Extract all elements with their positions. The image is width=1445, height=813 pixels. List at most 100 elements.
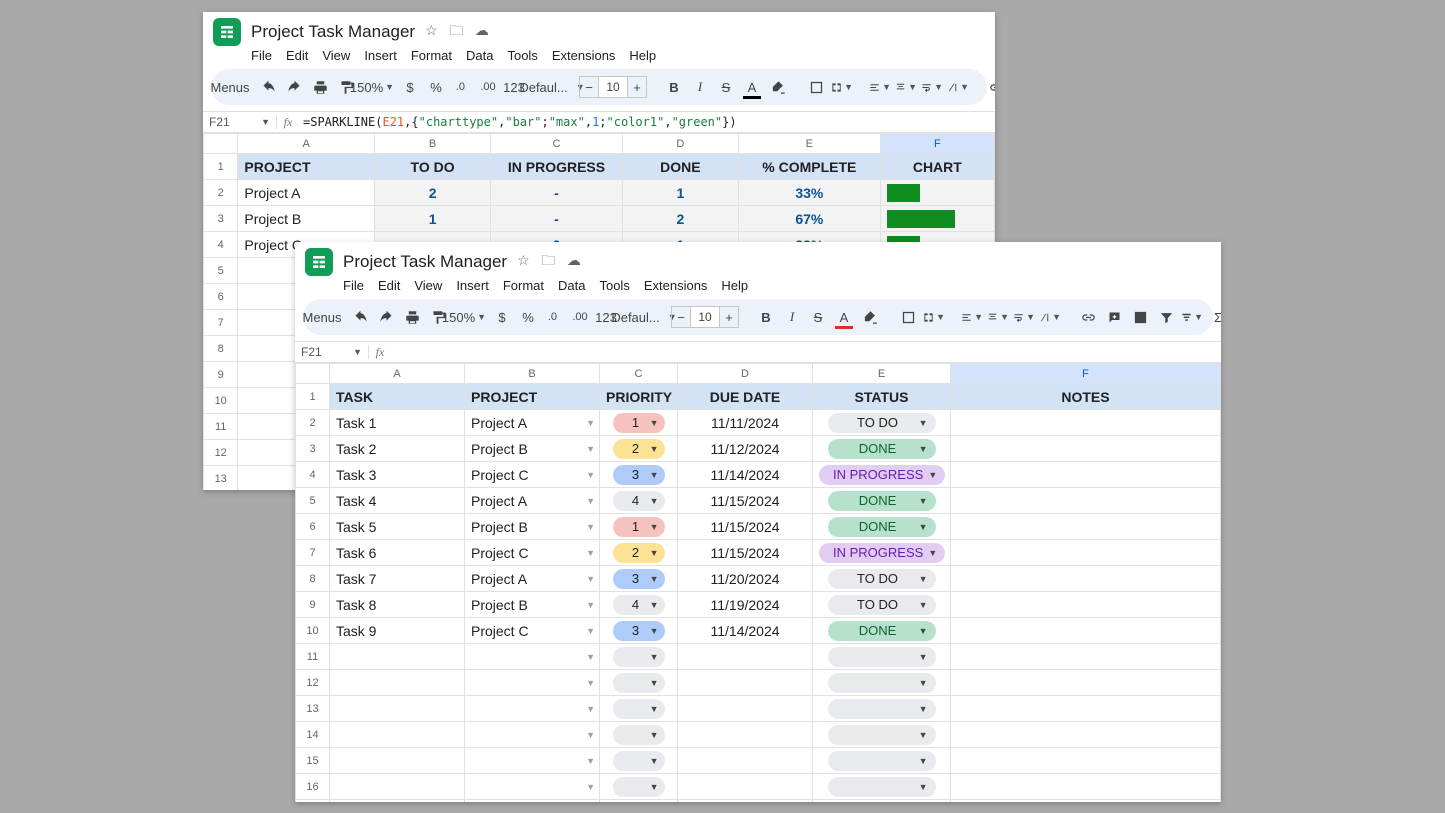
cell-due[interactable]: 11/15/2024 [678,540,813,566]
star-icon[interactable]: ☆ [517,252,530,268]
row-5[interactable]: 5 [296,488,330,514]
document-title[interactable]: Project Task Manager [251,22,415,42]
priority-pill[interactable]: .▼ [613,673,665,693]
cell-project[interactable]: ▼ [465,722,600,748]
spreadsheet-grid[interactable]: A B C D E F 1TASKPROJECTPRIORITYDUE DATE… [295,363,1221,802]
priority-pill[interactable]: 2▼ [613,543,665,563]
strike-button[interactable]: S [807,304,829,330]
hdr-3[interactable]: % COMPLETE [739,154,881,180]
hdr-task[interactable]: TASK [330,384,465,410]
document-title[interactable]: Project Task Manager [343,252,507,272]
v-align-button[interactable]: ▼ [895,74,917,100]
status-pill[interactable]: IN PROGRESS▼ [819,543,945,563]
cell-task[interactable]: Task 4 [330,488,465,514]
cell-status[interactable]: DONE▼ [813,514,951,540]
row-8[interactable]: 8 [296,566,330,592]
h-align-button[interactable]: ▼ [869,74,891,100]
cell-notes[interactable] [951,462,1221,488]
text-color-button[interactable]: A [741,74,763,100]
status-pill[interactable]: DONE▼ [828,621,936,641]
cell-task[interactable]: Task 5 [330,514,465,540]
cell-status[interactable]: .▼ [813,644,951,670]
cell-status[interactable]: .▼ [813,670,951,696]
move-icon[interactable]: 🗀 [449,22,463,38]
link-button[interactable] [1077,304,1099,330]
status-pill[interactable]: TO DO▼ [828,569,936,589]
print-button[interactable] [309,74,331,100]
print-button[interactable] [401,304,423,330]
zoom-select[interactable]: 150%▼ [361,74,383,100]
priority-pill[interactable]: .▼ [613,725,665,745]
bold-button[interactable]: B [755,304,777,330]
cell-task[interactable]: Task 7 [330,566,465,592]
col-B[interactable]: B [465,364,600,384]
cell-task[interactable]: Task 8 [330,592,465,618]
cell-project[interactable]: ▼ [465,644,600,670]
status-pill[interactable]: .▼ [828,725,936,745]
row-4[interactable]: 4 [204,232,238,258]
row-12[interactable]: 12 [204,440,238,466]
col-B[interactable]: B [374,134,490,154]
col-D[interactable]: D [622,134,738,154]
row-3[interactable]: 3 [296,436,330,462]
cell-status[interactable]: .▼ [813,748,951,774]
cell-project[interactable]: Project C▼ [465,618,600,644]
cell-priority[interactable]: .▼ [600,800,678,803]
column-headers[interactable]: A B C D E F [296,364,1221,384]
status-pill[interactable]: .▼ [828,777,936,797]
hdr-2[interactable]: DONE [622,154,738,180]
priority-pill[interactable]: 3▼ [613,621,665,641]
cell-status[interactable]: TO DO▼ [813,566,951,592]
cell-due[interactable]: 11/14/2024 [678,618,813,644]
decrease-decimal-button[interactable]: .0 [543,304,565,330]
cell-pct[interactable]: 33% [739,180,881,206]
cell-task[interactable]: Task 1 [330,410,465,436]
h-align-button[interactable]: ▼ [961,304,983,330]
menu-file[interactable]: File [343,278,364,293]
row-6[interactable]: 6 [204,284,238,310]
currency-button[interactable]: $ [399,74,421,100]
cell-task[interactable]: Task 9 [330,618,465,644]
row-11[interactable]: 11 [296,644,330,670]
row-10[interactable]: 10 [296,618,330,644]
undo-button[interactable] [349,304,371,330]
priority-pill[interactable]: 1▼ [613,517,665,537]
cell-task[interactable] [330,774,465,800]
menu-format[interactable]: Format [503,278,544,293]
cell-priority[interactable]: 2▼ [600,540,678,566]
row-6[interactable]: 6 [296,514,330,540]
row-2[interactable]: 2 [204,180,238,206]
font-select[interactable]: Defaul...▼ [633,304,655,330]
priority-pill[interactable]: 1▼ [613,413,665,433]
cell-project[interactable]: Project B [238,206,375,232]
hdr-status[interactable]: STATUS [813,384,951,410]
cloud-icon[interactable]: ☁ [475,22,489,38]
menu-data[interactable]: Data [558,278,585,293]
name-box[interactable]: F21▼ [295,345,369,359]
priority-pill[interactable]: 2▼ [613,439,665,459]
status-pill[interactable]: .▼ [828,673,936,693]
cell-chart[interactable] [880,206,994,232]
zoom-select[interactable]: 150%▼ [453,304,475,330]
borders-button[interactable] [897,304,919,330]
move-icon[interactable]: 🗀 [541,252,555,268]
cell-status[interactable]: .▼ [813,722,951,748]
cell-due[interactable]: 11/19/2024 [678,592,813,618]
cell-status[interactable]: DONE▼ [813,488,951,514]
cell-project[interactable]: Project B▼ [465,436,600,462]
cell-task[interactable] [330,644,465,670]
status-pill[interactable]: .▼ [828,647,936,667]
filter-views-button[interactable]: ▼ [1181,304,1203,330]
cell-notes[interactable] [951,488,1221,514]
name-box[interactable]: F21▼ [203,115,277,129]
filter-button[interactable] [1155,304,1177,330]
col-C[interactable]: C [600,364,678,384]
cell-due[interactable]: 11/12/2024 [678,436,813,462]
priority-pill[interactable]: 3▼ [613,569,665,589]
fill-color-button[interactable] [859,304,881,330]
cell-priority[interactable]: 1▼ [600,410,678,436]
menu-edit[interactable]: Edit [286,48,308,63]
cell-done[interactable]: 1 [622,180,738,206]
cell-priority[interactable]: .▼ [600,722,678,748]
cell-task[interactable] [330,800,465,803]
